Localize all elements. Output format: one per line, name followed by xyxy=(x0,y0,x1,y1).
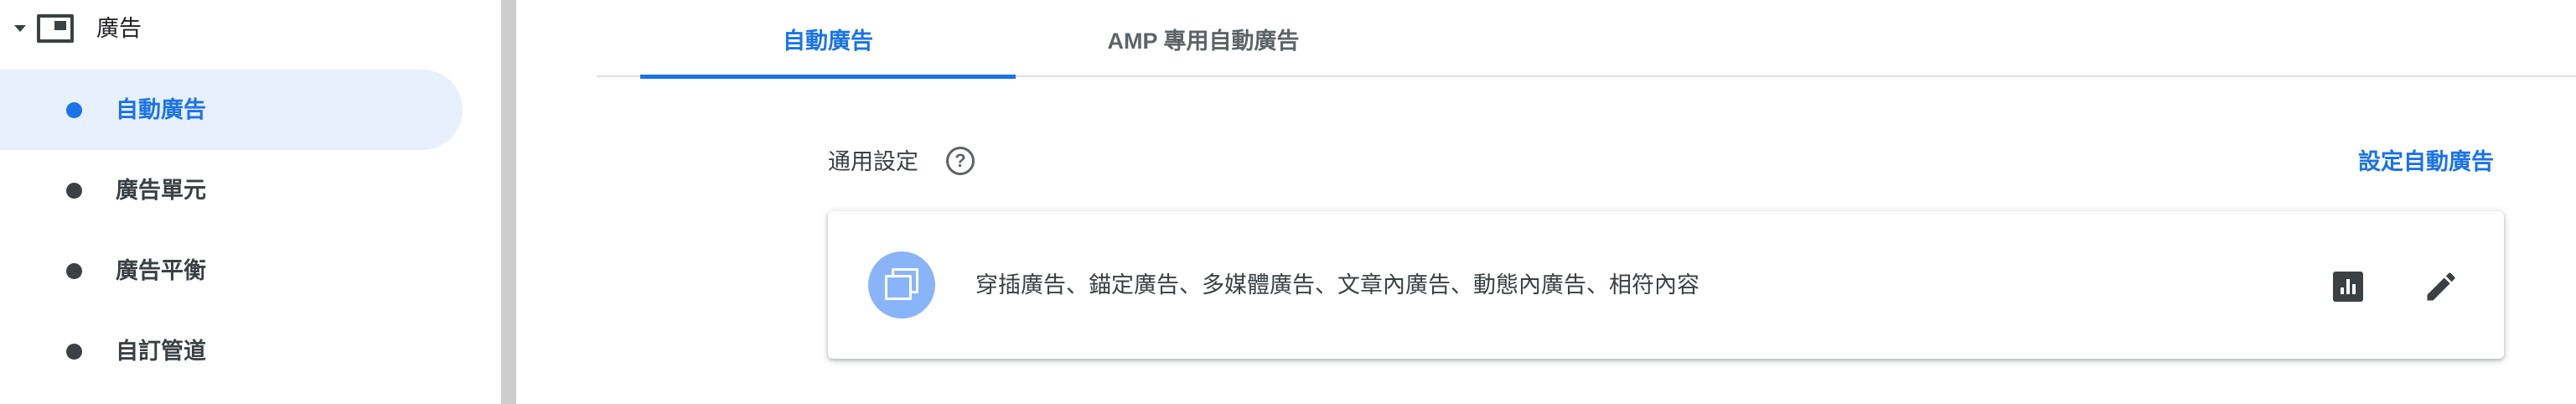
caret-down-icon[interactable] xyxy=(14,25,26,32)
sidebar-item-label: 自訂管道 xyxy=(116,339,206,364)
sidebar: 廣告 自動廣告 廣告單元 廣告平衡 自訂管道 xyxy=(0,0,501,404)
multiple-ads-icon xyxy=(868,251,935,319)
tab-bar: 自動廣告 AMP 專用自動廣告 xyxy=(597,0,2576,79)
edit-pencil-icon[interactable] xyxy=(2423,268,2460,305)
sidebar-section-ads[interactable]: 廣告 xyxy=(0,0,501,59)
sidebar-item-auto-ads[interactable]: 自動廣告 xyxy=(0,70,463,150)
tab-auto-ads[interactable]: 自動廣告 xyxy=(640,0,1016,79)
auto-ads-settings-card: 穿插廣告、錨定廣告、多媒體廣告、文章內廣告、動態內廣告、相符內容 xyxy=(828,211,2504,359)
bullet-icon xyxy=(66,263,82,279)
sidebar-item-ad-units[interactable]: 廣告單元 xyxy=(0,150,463,230)
setup-auto-ads-link[interactable]: 設定自動廣告 xyxy=(2358,145,2494,179)
general-settings-header: 通用設定 ? 設定自動廣告 xyxy=(828,141,2504,183)
sidebar-item-ad-balance[interactable]: 廣告平衡 xyxy=(0,230,463,311)
tab-amp-auto-ads[interactable]: AMP 專用自動廣告 xyxy=(1016,0,1391,77)
sidebar-item-label: 自動廣告 xyxy=(116,97,206,122)
bar-chart-icon[interactable] xyxy=(2333,272,2363,302)
sidebar-item-label: 廣告單元 xyxy=(116,178,206,203)
sidebar-item-label: 廣告平衡 xyxy=(116,258,206,283)
bullet-icon xyxy=(66,344,82,360)
adsense-ads-page: 廣告 自動廣告 廣告單元 廣告平衡 自訂管道 自動廣告 AMP 專用自動廣告 通… xyxy=(0,0,2576,404)
bullet-icon xyxy=(66,102,82,118)
bullet-icon xyxy=(66,183,82,199)
ad-formats-text: 穿插廣告、錨定廣告、多媒體廣告、文章內廣告、動態內廣告、相符內容 xyxy=(975,272,1699,298)
sidebar-divider[interactable] xyxy=(501,0,516,404)
sidebar-section-title: 廣告 xyxy=(96,16,142,41)
help-icon[interactable]: ? xyxy=(946,147,975,175)
sidebar-item-custom-channels[interactable]: 自訂管道 xyxy=(0,311,463,391)
general-settings-label: 通用設定 xyxy=(828,149,918,174)
ads-window-icon xyxy=(37,14,74,43)
